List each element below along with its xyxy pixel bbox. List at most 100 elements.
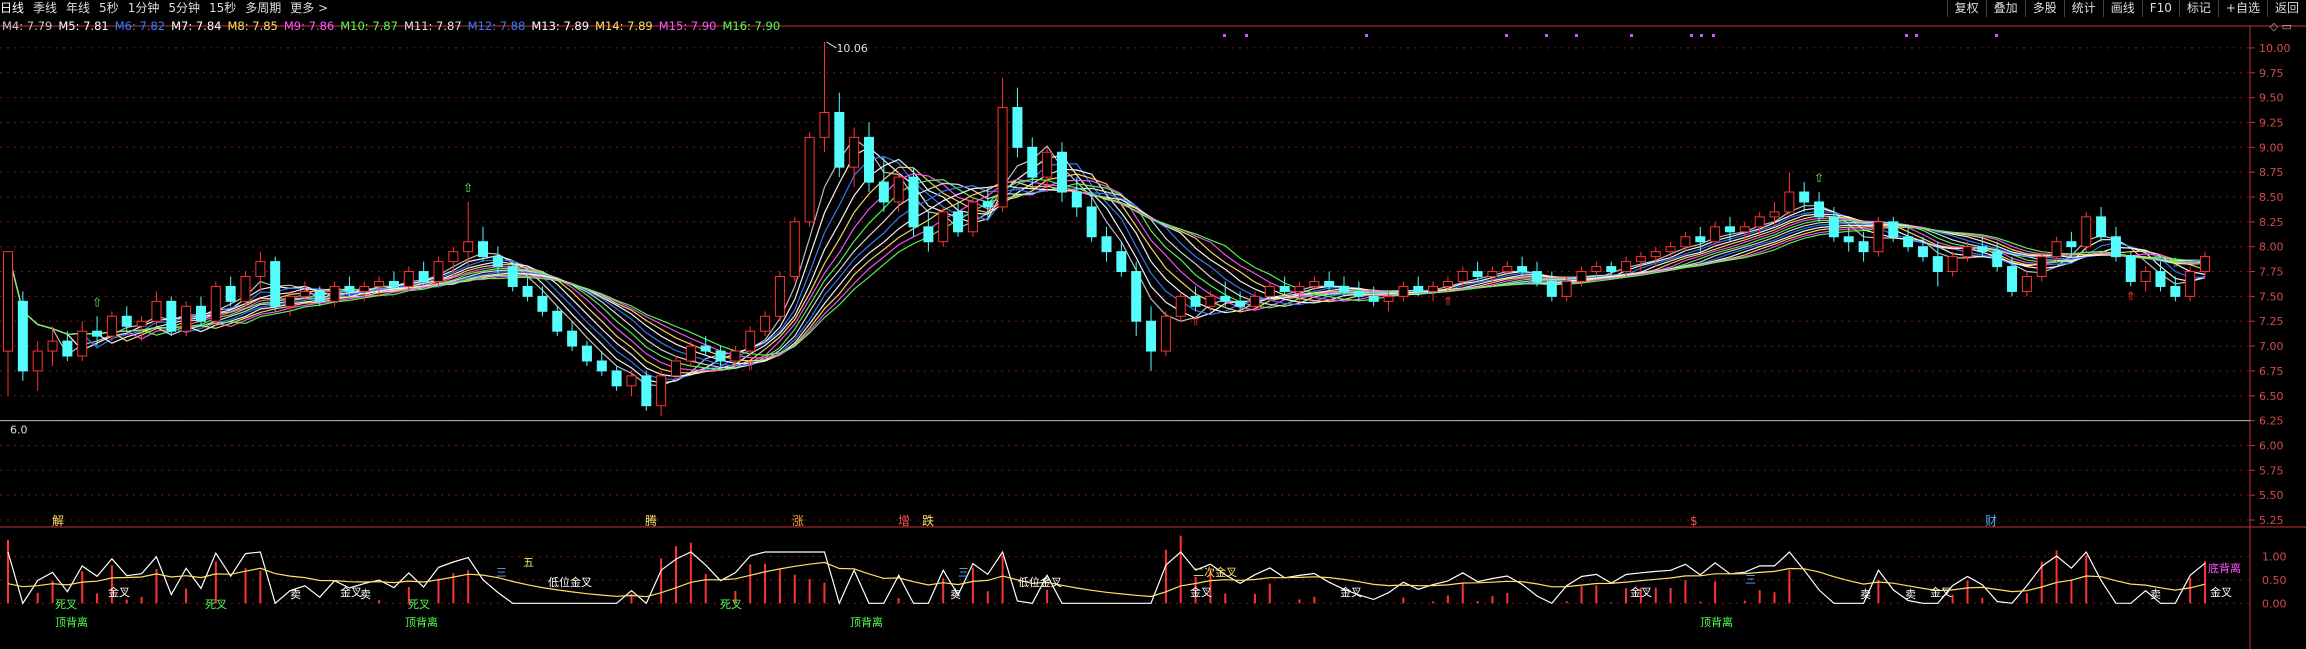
tab-timeframe-5[interactable]: 5分钟 <box>168 0 200 16</box>
toolbar-button-2[interactable]: 多股 <box>2024 0 2064 17</box>
marker-dot <box>1905 34 1908 37</box>
signal-arrow-icon: ⇑ <box>2126 289 2136 303</box>
candle-body <box>210 285 221 322</box>
toolbar-button-6[interactable]: 标记 <box>2178 0 2218 17</box>
tab-timeframe-3[interactable]: 5秒 <box>99 0 119 16</box>
candle-body <box>299 290 310 297</box>
tick-label: 7.50 <box>2259 290 2284 303</box>
candle-body <box>418 271 429 282</box>
marker-dot <box>1712 34 1715 37</box>
tab-timeframe-0[interactable]: 日线 <box>0 0 24 16</box>
signal-annotation: 增 <box>898 514 910 528</box>
indicator-signal-label: 顶背离 <box>850 615 883 629</box>
toolbar-button-7[interactable]: +自选 <box>2217 0 2267 17</box>
candle-body <box>1531 271 1542 282</box>
candle-body <box>1324 280 1335 287</box>
candle-body <box>745 330 756 352</box>
candle-body <box>507 266 518 287</box>
candle-body <box>62 340 73 357</box>
candle-body <box>1131 271 1142 322</box>
indicator-line-k <box>7 550 2206 606</box>
candle-body <box>1650 251 1661 258</box>
candle-body <box>1947 256 1958 273</box>
candle-body <box>17 300 28 372</box>
marker-dot <box>1995 34 1998 37</box>
candle-body <box>1042 151 1053 178</box>
ma-legend-item: M16: 7.90 <box>722 19 781 33</box>
indicator-signal-label: 低位金叉 <box>1018 575 1062 589</box>
toolbar-button-8[interactable]: 返回 <box>2266 0 2306 17</box>
candle-body <box>730 350 741 362</box>
price-axis: 10.00 9.75 9.50 9.25 9.00 8.75 8.50 8.25 8.00 7.7… <box>2250 42 2291 527</box>
signal-arrow-icon: ⇧ <box>92 295 102 309</box>
indicator-signal-label: 三 <box>1745 573 1756 586</box>
tick-label: 10.00 <box>2259 42 2291 55</box>
tab-timeframe-7[interactable]: 多周期 <box>245 0 281 16</box>
candle-body <box>1101 236 1112 253</box>
candle-body <box>700 345 711 352</box>
signal-annotation: $ <box>1690 514 1698 528</box>
candle-body <box>834 112 845 168</box>
candle-body <box>433 261 444 282</box>
candle-body <box>1071 191 1082 208</box>
tab-timeframe-8[interactable]: 更多 > <box>290 0 328 16</box>
diamond-icon[interactable]: ◇ <box>2270 20 2278 33</box>
ma-legend-item: M4: 7.79 <box>2 19 53 33</box>
tick-label: 5.50 <box>2259 489 2284 502</box>
candle-body <box>1873 221 1884 253</box>
candle-body <box>581 345 592 362</box>
candle-body <box>804 136 815 223</box>
signal-annotation: 跌 <box>922 513 934 528</box>
candle-body <box>715 350 726 362</box>
candle-body <box>1368 295 1379 302</box>
candle-body <box>240 276 251 302</box>
ma-legend: M4: 7.79 M5: 7.81 M6: 7.82 M7: 7.84 M8: 7.85… <box>2 19 786 33</box>
candle-body <box>774 276 785 317</box>
ma-legend-item: M5: 7.81 <box>58 19 109 33</box>
candle-body <box>1754 216 1765 228</box>
tick-label: 9.50 <box>2259 92 2284 105</box>
candle-body <box>671 360 682 377</box>
candle-body <box>2036 256 2047 278</box>
toolbar-button-3[interactable]: 统计 <box>2063 0 2103 17</box>
minimize-icon[interactable]: ▭ <box>2282 20 2292 33</box>
indicator-signal-label: 死叉 <box>205 598 227 611</box>
candle-body <box>1339 285 1350 292</box>
candle-body <box>1205 295 1216 307</box>
tab-timeframe-2[interactable]: 年线 <box>66 0 90 16</box>
candle-body <box>1606 266 1617 273</box>
candle-body <box>893 176 904 203</box>
candle-body <box>344 285 355 292</box>
toolbar-button-1[interactable]: 叠加 <box>1985 0 2025 17</box>
indicator-signal-label: 死叉 <box>720 598 742 611</box>
tick-label: 8.25 <box>2259 216 2284 229</box>
indicator-tick-label: 1.00 <box>2262 551 2287 564</box>
tab-timeframe-6[interactable]: 15秒 <box>209 0 236 16</box>
candle-body <box>1487 271 1498 278</box>
candle-body <box>1472 271 1483 278</box>
marker-dot <box>1223 34 1226 37</box>
marker-dot <box>1915 34 1918 37</box>
ma-legend-item: M7: 7.84 <box>171 19 222 33</box>
toolbar-button-0[interactable]: 复权 <box>1946 0 1986 17</box>
candle-body <box>1442 280 1453 287</box>
candle-body <box>151 300 162 322</box>
marker-dot <box>1545 34 1548 37</box>
indicator-signal-label: 三 <box>496 566 507 579</box>
candle-body <box>329 285 340 302</box>
panel-controls[interactable]: ◇ ▭ <box>2270 20 2292 33</box>
tab-timeframe-4[interactable]: 1分钟 <box>128 0 160 16</box>
toolbar-button-5[interactable]: F10 <box>2141 0 2179 17</box>
candle-body <box>1502 266 1513 273</box>
candle-body <box>32 350 43 372</box>
candle-body <box>1428 285 1439 292</box>
candle-body <box>760 315 771 332</box>
toolbar-button-4[interactable]: 画线 <box>2102 0 2142 17</box>
ma-legend-item: M11: 7.87 <box>403 19 462 33</box>
price-chart[interactable]: 10.06 6.0 解 腾 涨 增跌 $ 财 ⇧ ⇑ ⇧ ⇑ ⇑ ⇧ ⇑ ⇧ 10.00 9.75 9.50 9.2… <box>0 0 2306 649</box>
candle-body <box>522 285 533 297</box>
tab-timeframe-1[interactable]: 季线 <box>33 0 57 16</box>
candle-body <box>359 285 370 292</box>
indicator-signal-label: 卖 <box>1860 588 1871 601</box>
candle-body <box>1457 271 1468 282</box>
